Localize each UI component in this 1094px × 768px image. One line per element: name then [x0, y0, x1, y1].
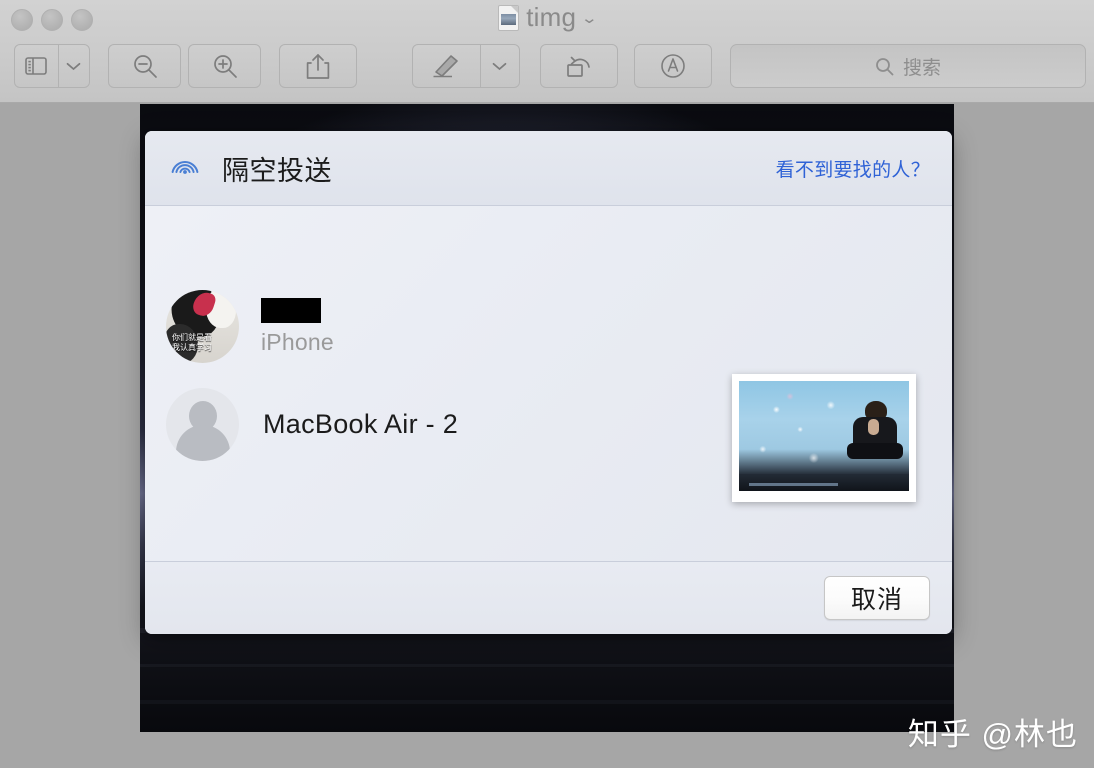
- airdrop-header: 隔空投送 看不到要找的人？: [145, 131, 952, 206]
- photo-stripe: [140, 700, 954, 704]
- traffic-lights: [11, 9, 93, 31]
- sidebar-button[interactable]: [14, 44, 90, 88]
- airdrop-device-item[interactable]: 你们就是看 我认真学习 iPhone: [166, 290, 334, 363]
- airdrop-footer: 取消: [145, 561, 952, 634]
- device-subtitle: iPhone: [261, 328, 334, 355]
- airdrop-help-link[interactable]: 看不到要找的人？: [776, 155, 930, 182]
- generic-person-avatar: [166, 388, 239, 461]
- airdrop-title: 隔空投送: [222, 155, 332, 186]
- window-toolbar: timg ⌄ 搜索: [0, 0, 1094, 103]
- chevron-down-icon[interactable]: [481, 45, 519, 87]
- rotate-left-icon: [565, 53, 593, 79]
- shared-photo-thumbnail[interactable]: [732, 374, 916, 502]
- search-field[interactable]: 搜索: [730, 44, 1086, 88]
- cancel-button[interactable]: 取消: [824, 576, 930, 620]
- rotate-button[interactable]: [540, 44, 618, 88]
- document-image-icon: [498, 4, 520, 31]
- sidebar-icon[interactable]: [15, 45, 58, 87]
- search-icon: [875, 57, 894, 76]
- zoom-out-button[interactable]: [108, 44, 181, 88]
- share-icon: [306, 53, 330, 80]
- annotate-icon: [659, 52, 687, 80]
- thumbnail-image: [739, 381, 909, 491]
- zoom-in-button[interactable]: [188, 44, 261, 88]
- screen: copyright @ayo-ko timg ⌄: [0, 0, 1094, 768]
- photo-stripe: [140, 664, 954, 667]
- window-title-area: timg ⌄: [0, 2, 1094, 33]
- device-name-redacted: [261, 297, 321, 323]
- search-input[interactable]: 搜索: [903, 53, 941, 80]
- watermark: 知乎 @林也: [907, 717, 1078, 752]
- avatar-caption-line1: 你们就是看: [172, 333, 212, 342]
- device-name: MacBook Air - 2: [263, 409, 459, 439]
- avatar-caption-line2: 我认真学习: [172, 343, 212, 352]
- share-button[interactable]: [279, 44, 357, 88]
- close-button[interactable]: [11, 9, 33, 31]
- zoom-button[interactable]: [71, 9, 93, 31]
- airdrop-radiating-icon: [167, 150, 203, 186]
- window-title: timg: [526, 2, 577, 32]
- chevron-down-icon[interactable]: [59, 45, 89, 87]
- airdrop-device-list: 你们就是看 我认真学习 iPhone MacBook Air - 2: [145, 206, 952, 561]
- user-photo-avatar: 你们就是看 我认真学习: [166, 290, 239, 363]
- markup-pen-icon[interactable]: [413, 45, 480, 87]
- airdrop-dialog: 隔空投送 看不到要找的人？ 你们就是看 我认真学习 iPhone MacBook…: [145, 131, 952, 634]
- minimize-button[interactable]: [41, 9, 63, 31]
- device-meta: iPhone: [261, 297, 334, 356]
- zoom-in-icon: [212, 53, 238, 79]
- chevron-down-icon[interactable]: ⌄: [581, 9, 599, 27]
- annotate-button[interactable]: [634, 44, 712, 88]
- markup-button[interactable]: [412, 44, 520, 88]
- zoom-out-icon: [132, 53, 158, 79]
- airdrop-device-item[interactable]: MacBook Air - 2: [166, 388, 458, 461]
